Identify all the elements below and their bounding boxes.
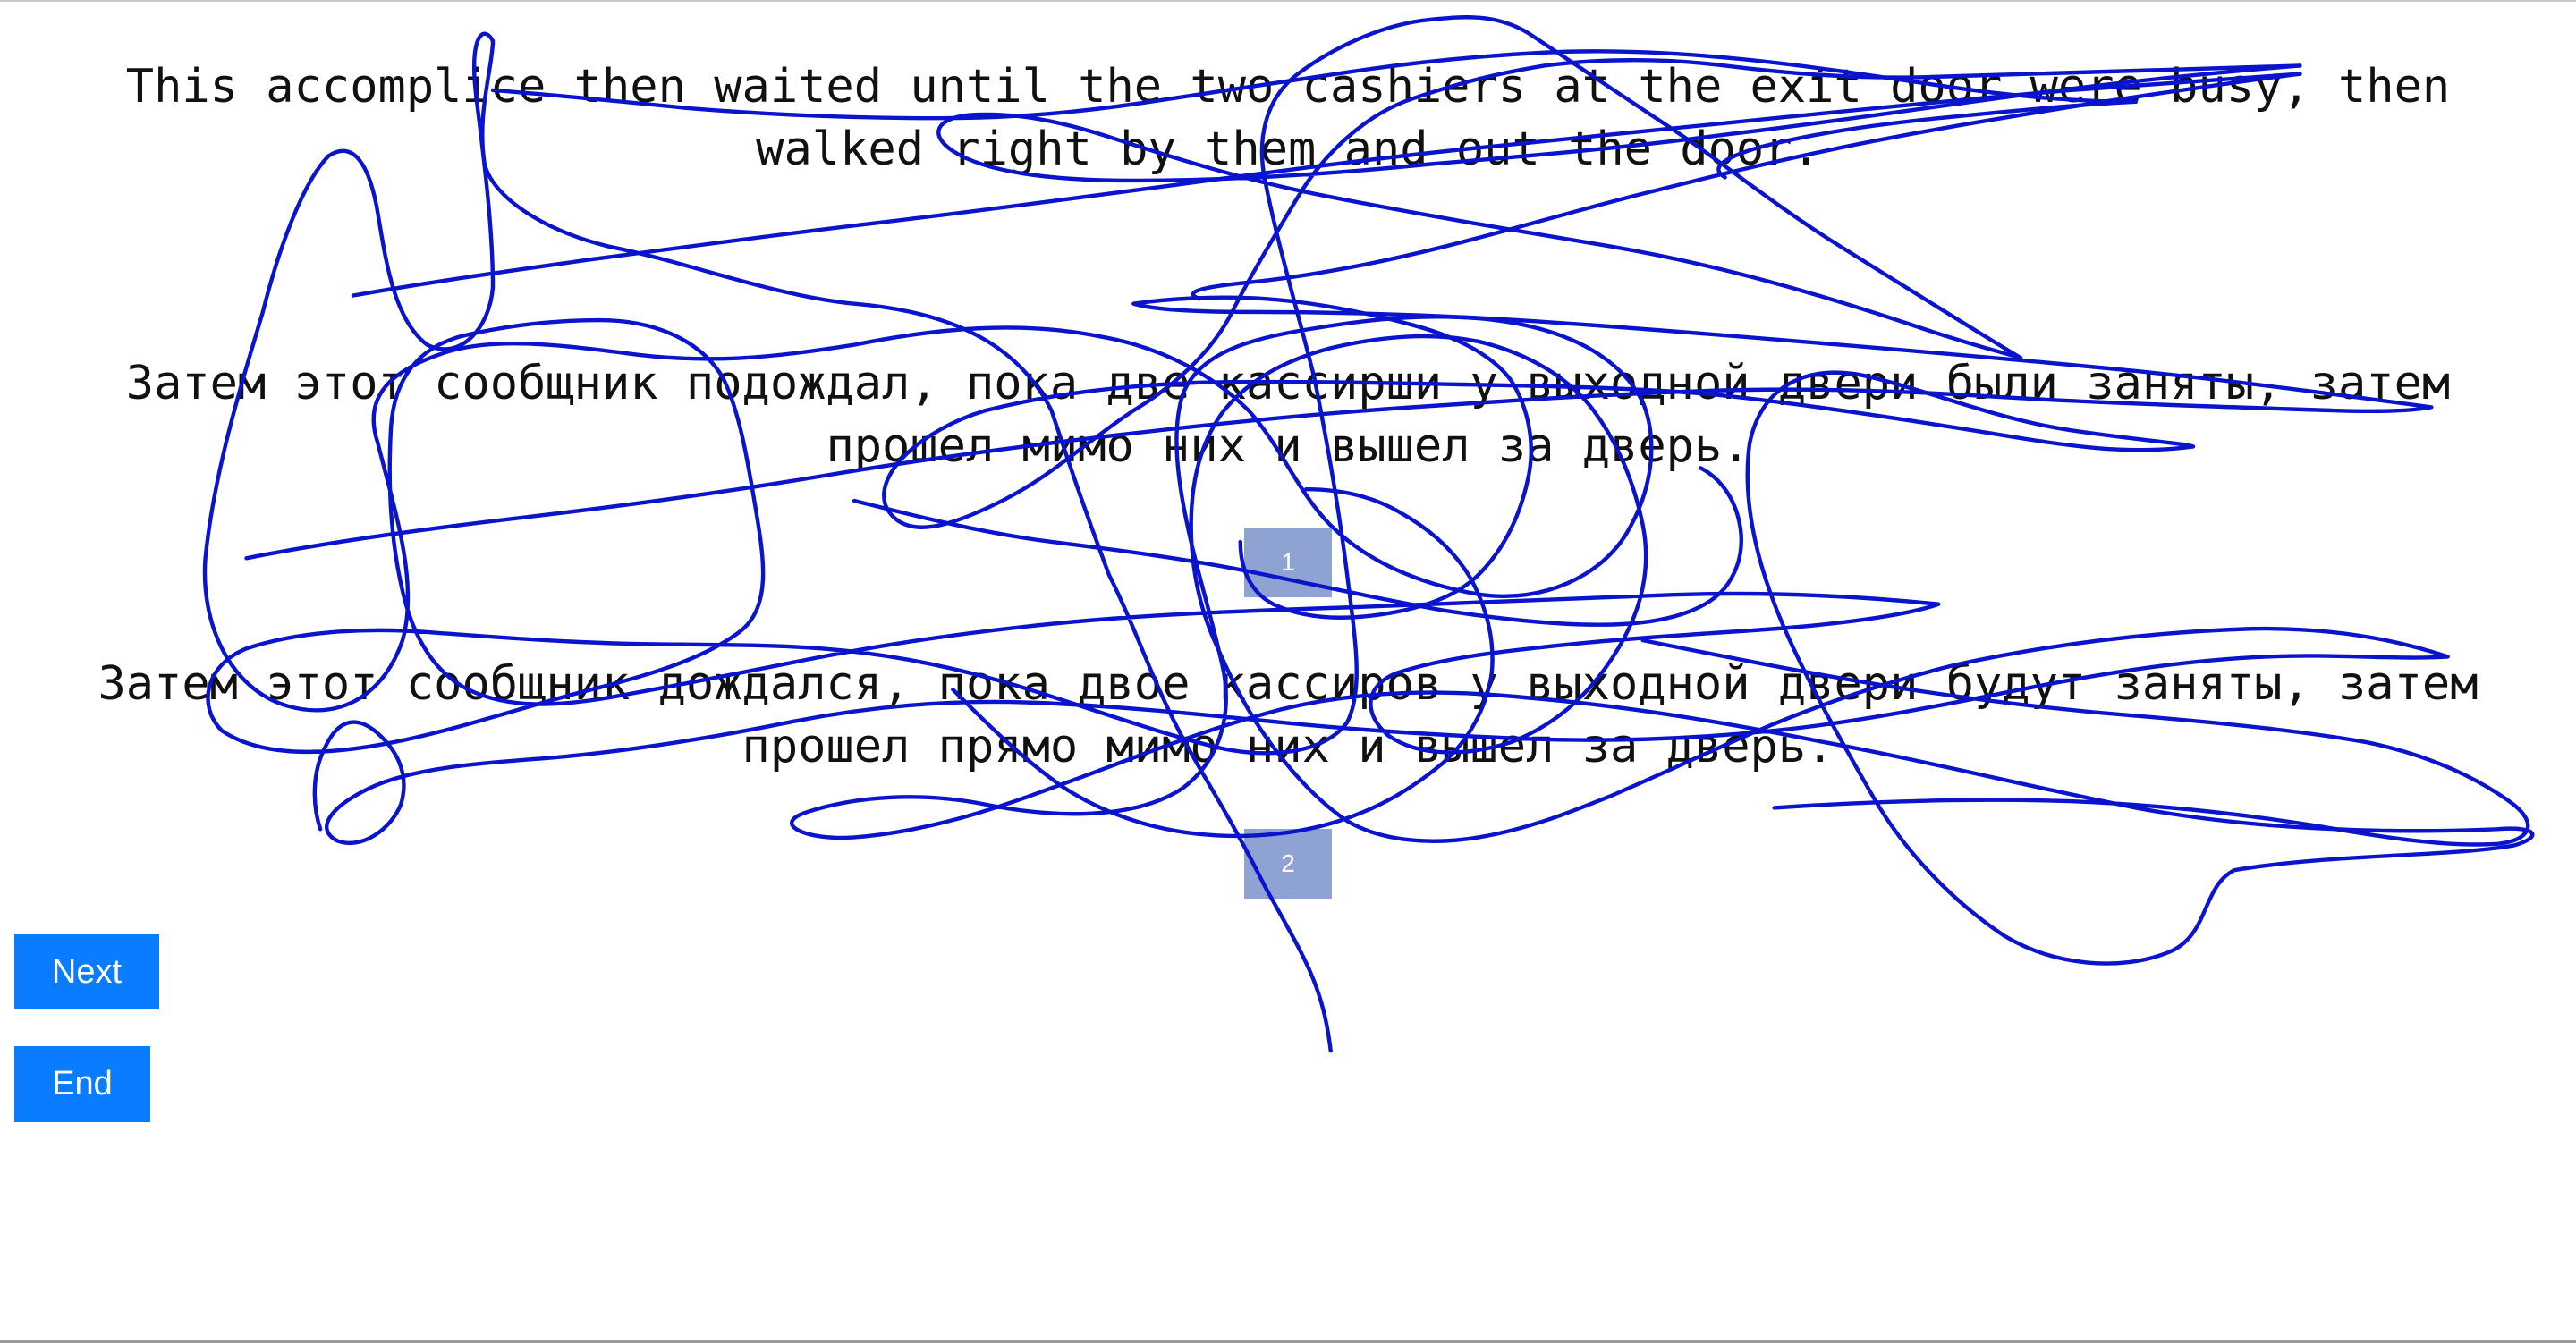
translation-option-2: Затем этот сообщник дождался, пока двое … (97, 657, 2479, 773)
choice-2-button[interactable]: 2 (1244, 829, 1332, 899)
translation-option-1: Затем этот сообщник подождал, пока две к… (125, 357, 2451, 473)
source-sentence: This accomplice then waited until the tw… (125, 60, 2451, 176)
choice-1-button[interactable]: 1 (1244, 528, 1332, 597)
top-border (0, 0, 2576, 2)
end-button[interactable]: End (14, 1046, 150, 1122)
next-button[interactable]: Next (14, 934, 159, 1009)
